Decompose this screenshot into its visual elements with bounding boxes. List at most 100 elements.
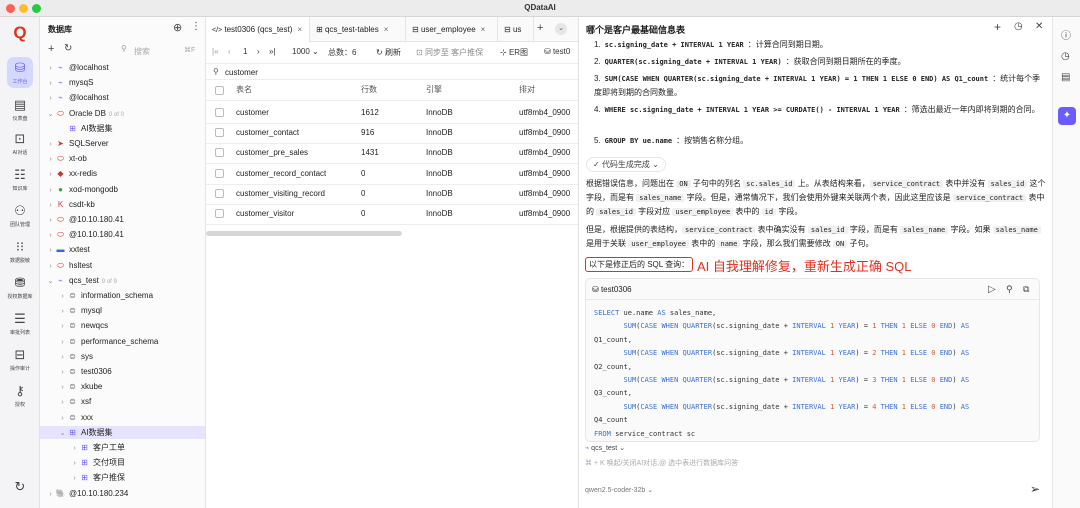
prev-page-icon[interactable]: ‹ (228, 47, 231, 56)
add-tab-button[interactable]: + (537, 22, 543, 34)
document-icon[interactable]: ▤ (1061, 72, 1070, 83)
refresh-button[interactable]: ↻ 刷新 (376, 47, 401, 58)
chevron-icon[interactable]: ⌄ (46, 275, 55, 288)
history-icon[interactable]: ◷ (1061, 51, 1070, 62)
connection-select[interactable]: ⛁ test0 (544, 47, 570, 56)
close-icon[interactable]: × (481, 25, 486, 34)
tree-item[interactable]: › ⊜ xxx (40, 411, 205, 425)
tab-test0306[interactable]: </> test0306 (qcs_test) × (206, 17, 310, 42)
rail-auth-db[interactable]: ⛃ 授权数据库 (0, 275, 40, 300)
context-db-chip[interactable]: ⌁ qcs_test ⌄ (585, 444, 625, 452)
tree-item[interactable]: ⌄ ⬭ Oracle DB 0 of 0 (40, 107, 205, 120)
logo-q-icon[interactable]: Q (0, 24, 40, 43)
horizontal-scrollbar[interactable] (206, 231, 402, 236)
model-select[interactable]: qwen2.5-coder-32b ⌄ (585, 486, 653, 494)
chevron-icon[interactable]: › (46, 260, 55, 273)
chevron-down-icon[interactable]: ⌄ (555, 23, 567, 35)
chevron-icon[interactable]: › (46, 92, 55, 105)
row-checkbox[interactable] (215, 108, 224, 117)
chevron-icon[interactable]: › (46, 244, 55, 257)
history-icon[interactable]: ◷ (1014, 21, 1023, 32)
row-checkbox[interactable] (215, 209, 224, 218)
add-circle-icon[interactable]: ⊕ (173, 21, 182, 34)
next-page-icon[interactable]: › (257, 47, 260, 56)
tab-user-employee[interactable]: ⊟ user_employee × (406, 17, 498, 42)
rail-data-mask[interactable]: ⁝⁝ 数据脱敏 (0, 239, 40, 264)
chevron-icon[interactable]: › (58, 412, 67, 425)
chevron-icon[interactable]: › (46, 168, 55, 181)
chevron-icon[interactable]: › (58, 366, 67, 379)
tree-item[interactable]: › ⊞ 交付项目 (40, 456, 205, 470)
tree-item[interactable]: › ⊜ information_schema (40, 289, 205, 302)
more-icon[interactable]: ⋮ (191, 21, 201, 32)
chevron-icon[interactable]: › (58, 320, 67, 333)
chevron-icon[interactable]: › (46, 229, 55, 242)
tree-item[interactable]: › ⊞ 客户工单 (40, 441, 205, 455)
rail-audit[interactable]: ⊟ 操作审计 (0, 347, 40, 372)
last-page-icon[interactable]: »| (269, 47, 276, 56)
tree-item[interactable]: › Kcsdt-kb (40, 198, 205, 212)
tree-item[interactable]: ⌄ ⌁ qcs_test 9 of 9 (40, 274, 205, 288)
rail-dashboard[interactable]: ▤ 仪表盘 (0, 97, 40, 122)
chevron-icon[interactable]: › (46, 214, 55, 227)
column-header[interactable]: 排对 (519, 80, 535, 100)
tree-item[interactable]: › ⬭ xt-ob (40, 152, 205, 166)
rail-knowledge[interactable]: ☷ 知识库 (0, 167, 40, 192)
chevron-icon[interactable]: › (46, 199, 55, 212)
er-button[interactable]: ⊹ ER图 (500, 47, 528, 58)
first-page-icon[interactable]: |« (212, 47, 219, 56)
tree-item[interactable]: › ⊜ mysql (40, 304, 205, 318)
close-icon[interactable]: ✕ (1035, 21, 1043, 32)
tree-item[interactable]: › ⊜ performance_schema (40, 335, 205, 349)
tree-item[interactable]: › ⊜ test0306 (40, 365, 205, 379)
send-icon[interactable]: ➢ (1030, 482, 1040, 496)
add-icon[interactable]: + (48, 43, 54, 55)
tree-item[interactable]: › ⌁ @localhost (40, 91, 205, 105)
tab-us[interactable]: ⊟ us (498, 17, 534, 42)
copy-icon[interactable]: ⧉ (1023, 284, 1029, 295)
chevron-icon[interactable]: › (58, 381, 67, 394)
chat-input[interactable]: ⌘ + K 唤起/关闭AI对话,@ 选中表进行数据库问答 (585, 458, 738, 468)
column-header[interactable]: 引擎 (426, 80, 442, 100)
rail-refresh[interactable]: ↻ (0, 479, 40, 497)
tree-item[interactable]: › ⊜ xsf (40, 395, 205, 409)
tree-item[interactable]: › ⊜ newqcs (40, 319, 205, 333)
tree-item[interactable]: › ⬭ @10.10.180.41 (40, 228, 205, 242)
tree-item[interactable]: ⊞ AI数据集 (40, 122, 205, 135)
code-done-badge[interactable]: ✓ 代码生成完成 ⌄ (586, 157, 666, 172)
column-header[interactable]: 行数 (361, 80, 377, 100)
tree-item[interactable]: › ⌁ mysqS (40, 76, 205, 89)
select-all-checkbox[interactable] (215, 86, 224, 95)
tree-item[interactable]: › ➤ SQLServer (40, 137, 205, 151)
info-icon[interactable]: ⓘ (1061, 27, 1071, 42)
chevron-icon[interactable]: › (46, 153, 55, 166)
tree-item[interactable]: ⌄ ⊞ AI数据集 (40, 425, 205, 439)
chevron-icon[interactable]: › (58, 396, 67, 409)
chevron-icon[interactable]: › (58, 336, 67, 349)
row-checkbox[interactable] (215, 148, 224, 158)
new-chat-button[interactable]: + (994, 20, 1001, 34)
chevron-icon[interactable]: › (46, 138, 55, 151)
chevron-icon[interactable]: › (58, 351, 67, 364)
tree-item[interactable]: › ⊜ sys (40, 350, 205, 364)
row-checkbox[interactable] (215, 188, 224, 198)
chevron-icon[interactable]: › (58, 305, 67, 318)
tree-item[interactable]: › ⊞ 客户推保 (40, 471, 205, 484)
chevron-icon[interactable]: › (70, 457, 79, 470)
tree-item[interactable]: › ● xod-mongodb (40, 183, 205, 197)
chevron-icon[interactable]: › (46, 488, 55, 501)
tree-item[interactable]: › ⊜ xkube (40, 380, 205, 394)
tree-item[interactable]: › ⬭ hsltest (40, 259, 205, 273)
rail-workbench[interactable]: ⛁ 工作台 (0, 57, 40, 88)
tree-item[interactable]: › ⬭ @10.10.180.41 (40, 213, 205, 227)
rail-key[interactable]: ⚷ 授权 (0, 383, 40, 408)
close-icon[interactable]: × (384, 25, 389, 34)
sync-button[interactable]: ⊡ 同步至 客户推保 (416, 47, 483, 58)
tree-item[interactable]: › ▬ xxtest (40, 243, 205, 257)
filter-input[interactable]: customer (225, 68, 258, 77)
chevron-icon[interactable]: › (46, 184, 55, 197)
chevron-icon[interactable]: › (70, 442, 79, 455)
row-checkbox[interactable] (215, 128, 224, 138)
close-icon[interactable]: × (297, 25, 302, 34)
tree-item[interactable]: › ⌁ @localhost (40, 61, 205, 74)
